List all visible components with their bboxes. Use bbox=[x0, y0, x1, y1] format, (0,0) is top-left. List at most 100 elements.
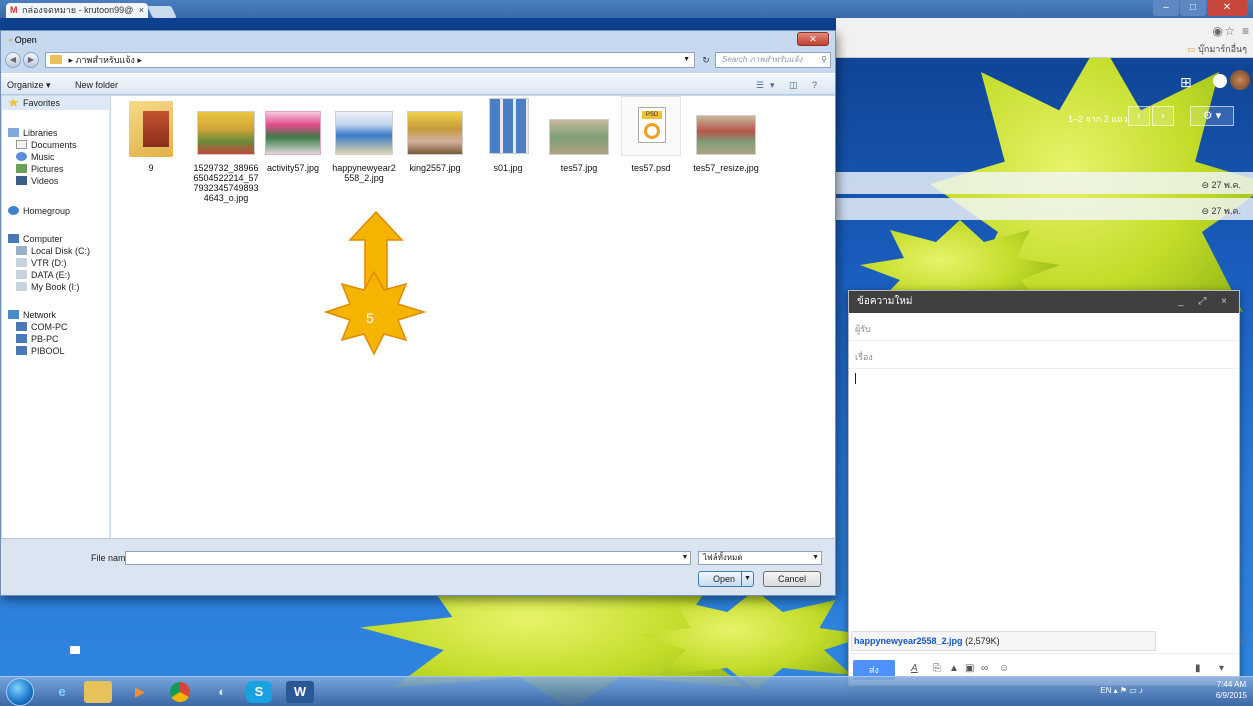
explorer-icon[interactable] bbox=[84, 681, 112, 703]
view-options[interactable]: ☰▾ ◫ ? bbox=[756, 74, 823, 96]
navigation-pane: Favorites Libraries Documents Music Pict… bbox=[2, 96, 110, 538]
taskbar: e ▶ ◐ S W EN ▴ ⚑ ▭ ♪ 7:44 AM 6/9/2015 bbox=[0, 676, 1253, 706]
address-bar[interactable]: ▸ ภาพสำหรับแจ้ง ▸ ▼ bbox=[45, 52, 695, 68]
file-list: 9 1529732_389666504522214_57793234574989… bbox=[111, 96, 835, 538]
nav-pibool[interactable]: PIBOOL bbox=[16, 346, 65, 356]
nav-local-disk[interactable]: Local Disk (C:) bbox=[16, 246, 90, 256]
file-item[interactable]: s01.jpg bbox=[483, 96, 533, 181]
nav-pictures[interactable]: Pictures bbox=[16, 164, 64, 174]
nav-pb-pc[interactable]: PB-PC bbox=[16, 334, 59, 344]
media-player-icon[interactable]: ▶ bbox=[124, 679, 156, 705]
nav-music[interactable]: Music bbox=[16, 152, 55, 162]
cancel-button[interactable]: Cancel bbox=[763, 571, 821, 587]
open-button[interactable]: Open ▼ bbox=[698, 571, 754, 587]
nav-documents[interactable]: Documents bbox=[16, 140, 77, 150]
forward-button[interactable]: ▶ bbox=[23, 52, 39, 68]
clock[interactable]: 7:44 AM 6/9/2015 bbox=[1216, 679, 1247, 701]
word-icon[interactable]: W bbox=[286, 681, 314, 703]
link-icon[interactable]: ∞ bbox=[981, 663, 988, 674]
dialog-titlebar[interactable]: ▪ Open bbox=[1, 31, 835, 49]
language-indicator[interactable]: EN bbox=[1100, 686, 1111, 695]
chevron-down-icon[interactable]: ▼ bbox=[683, 53, 690, 67]
nav-data-drive[interactable]: DATA (E:) bbox=[16, 270, 70, 280]
tab-close-button[interactable]: × bbox=[139, 3, 144, 18]
computer-icon bbox=[16, 346, 27, 355]
attachment-chip[interactable]: happynewyear2558_2.jpg (2,579K) × bbox=[851, 631, 1245, 651]
mail-row[interactable]: ⊖ 27 พ.ค. bbox=[836, 198, 1253, 220]
search-placeholder: Search ภาพสำหรับแจ้ง bbox=[722, 55, 803, 64]
mail-date: ⊖ 27 พ.ค. bbox=[1201, 180, 1241, 190]
subject-field[interactable]: เรื่อง bbox=[849, 341, 1239, 369]
formatting-icon[interactable]: A bbox=[911, 663, 918, 674]
refresh-icon[interactable]: ↻ bbox=[699, 52, 713, 68]
file-name: s01.jpg bbox=[493, 163, 523, 173]
avatar[interactable] bbox=[1230, 70, 1250, 90]
file-name: tes57.jpg bbox=[560, 163, 598, 173]
file-name: 9 bbox=[148, 163, 154, 173]
dialog-close-button[interactable]: ✕ bbox=[797, 32, 829, 46]
file-item[interactable]: 1529732_389666504522214_5779323457498934… bbox=[191, 101, 261, 211]
file-item[interactable]: 9 bbox=[121, 101, 181, 181]
menu-icon[interactable]: ≡ bbox=[1242, 24, 1249, 38]
new-folder-button[interactable]: New folder bbox=[75, 74, 118, 96]
message-body[interactable] bbox=[849, 369, 1239, 609]
system-tray[interactable]: EN ▴ ⚑ ▭ ♪ bbox=[1100, 686, 1143, 695]
search-icon[interactable]: ⚲ bbox=[821, 53, 827, 67]
drive-icon[interactable]: ▲ bbox=[949, 663, 959, 674]
window-close-button[interactable]: ✕ bbox=[1207, 0, 1247, 16]
mail-row[interactable]: ⊖ 27 พ.ค. bbox=[836, 172, 1253, 194]
back-button[interactable]: ◀ bbox=[5, 52, 21, 68]
other-bookmarks[interactable]: ▭ บุ๊กมาร์กอื่นๆ bbox=[1187, 42, 1247, 56]
search-input[interactable]: Search ภาพสำหรับแจ้ง ⚲ bbox=[715, 52, 831, 68]
to-field[interactable]: ผู้รับ bbox=[849, 313, 1239, 341]
attachment-icon: ⊖ bbox=[1201, 206, 1210, 216]
more-options-icon[interactable]: ▾ bbox=[1219, 663, 1224, 674]
extension-icon[interactable]: ◉ bbox=[1213, 24, 1223, 38]
file-item[interactable]: king2557.jpg bbox=[405, 101, 465, 181]
start-button[interactable] bbox=[6, 678, 34, 706]
star-icon[interactable]: ☆ bbox=[1224, 24, 1235, 38]
settings-gear-button[interactable]: ⚙ ▾ bbox=[1190, 106, 1234, 126]
skype-icon[interactable]: S bbox=[246, 681, 272, 703]
notification-icon[interactable] bbox=[1213, 74, 1227, 88]
file-item[interactable]: tes57_resize.jpg bbox=[691, 101, 761, 181]
remove-attachment-button[interactable]: × bbox=[1240, 632, 1245, 650]
file-item[interactable]: tes57.jpg bbox=[547, 101, 611, 181]
open-dropdown-icon[interactable]: ▼ bbox=[741, 572, 753, 586]
next-page-button[interactable]: › bbox=[1152, 106, 1174, 126]
nav-network[interactable]: Network bbox=[8, 310, 56, 320]
chevron-down-icon[interactable]: ▼ bbox=[680, 552, 690, 564]
new-tab-button[interactable] bbox=[147, 6, 177, 18]
prev-page-button[interactable]: ‹ bbox=[1128, 106, 1150, 126]
minimize-button[interactable]: – bbox=[1153, 0, 1179, 16]
maximize-button[interactable]: □ bbox=[1180, 0, 1206, 16]
attach-file-icon[interactable]: ⎘ bbox=[933, 663, 941, 674]
drive-icon bbox=[16, 270, 27, 279]
file-type-select[interactable]: ไฟล์ทั้งหมด ▼ bbox=[698, 551, 822, 565]
nav-vtr-drive[interactable]: VTR (D:) bbox=[16, 258, 67, 268]
browser-app-icon[interactable]: ◐ bbox=[206, 679, 238, 705]
nav-videos[interactable]: Videos bbox=[16, 176, 58, 186]
music-icon bbox=[16, 152, 27, 161]
ie-icon[interactable]: e bbox=[46, 679, 78, 705]
compose-window-controls[interactable]: _ ⤢ × bbox=[1178, 291, 1233, 313]
photo-icon[interactable]: ▣ bbox=[965, 663, 974, 674]
trash-icon[interactable]: ▮ bbox=[1195, 663, 1201, 674]
nav-com-pc[interactable]: COM-PC bbox=[16, 322, 68, 332]
browser-tab[interactable]: M กล่องจดหมาย - krutoon99@ × bbox=[6, 3, 148, 18]
organize-button[interactable]: Organize ▾ bbox=[7, 74, 51, 96]
file-item[interactable]: activity57.jpg bbox=[263, 101, 323, 181]
nav-libraries[interactable]: Libraries bbox=[8, 128, 58, 138]
file-item[interactable]: PSD tes57.psd bbox=[619, 96, 683, 181]
compose-header[interactable]: ข้อความใหม่ _ ⤢ × bbox=[849, 291, 1239, 313]
nav-favorites[interactable]: Favorites bbox=[8, 98, 60, 108]
nav-homegroup[interactable]: Homegroup bbox=[8, 206, 70, 216]
file-name-input[interactable]: ▼ bbox=[125, 551, 691, 565]
nav-computer[interactable]: Computer bbox=[8, 234, 63, 244]
apps-grid-icon[interactable]: ⊞ bbox=[1180, 74, 1192, 91]
chrome-icon[interactable] bbox=[164, 679, 196, 705]
file-name: 1529732_389666504522214_5779323457498934… bbox=[193, 163, 259, 203]
file-item[interactable]: happynewyear2558_2.jpg bbox=[331, 101, 397, 183]
emoji-icon[interactable]: ☺ bbox=[999, 663, 1009, 674]
nav-mybook-drive[interactable]: My Book (I:) bbox=[16, 282, 80, 292]
